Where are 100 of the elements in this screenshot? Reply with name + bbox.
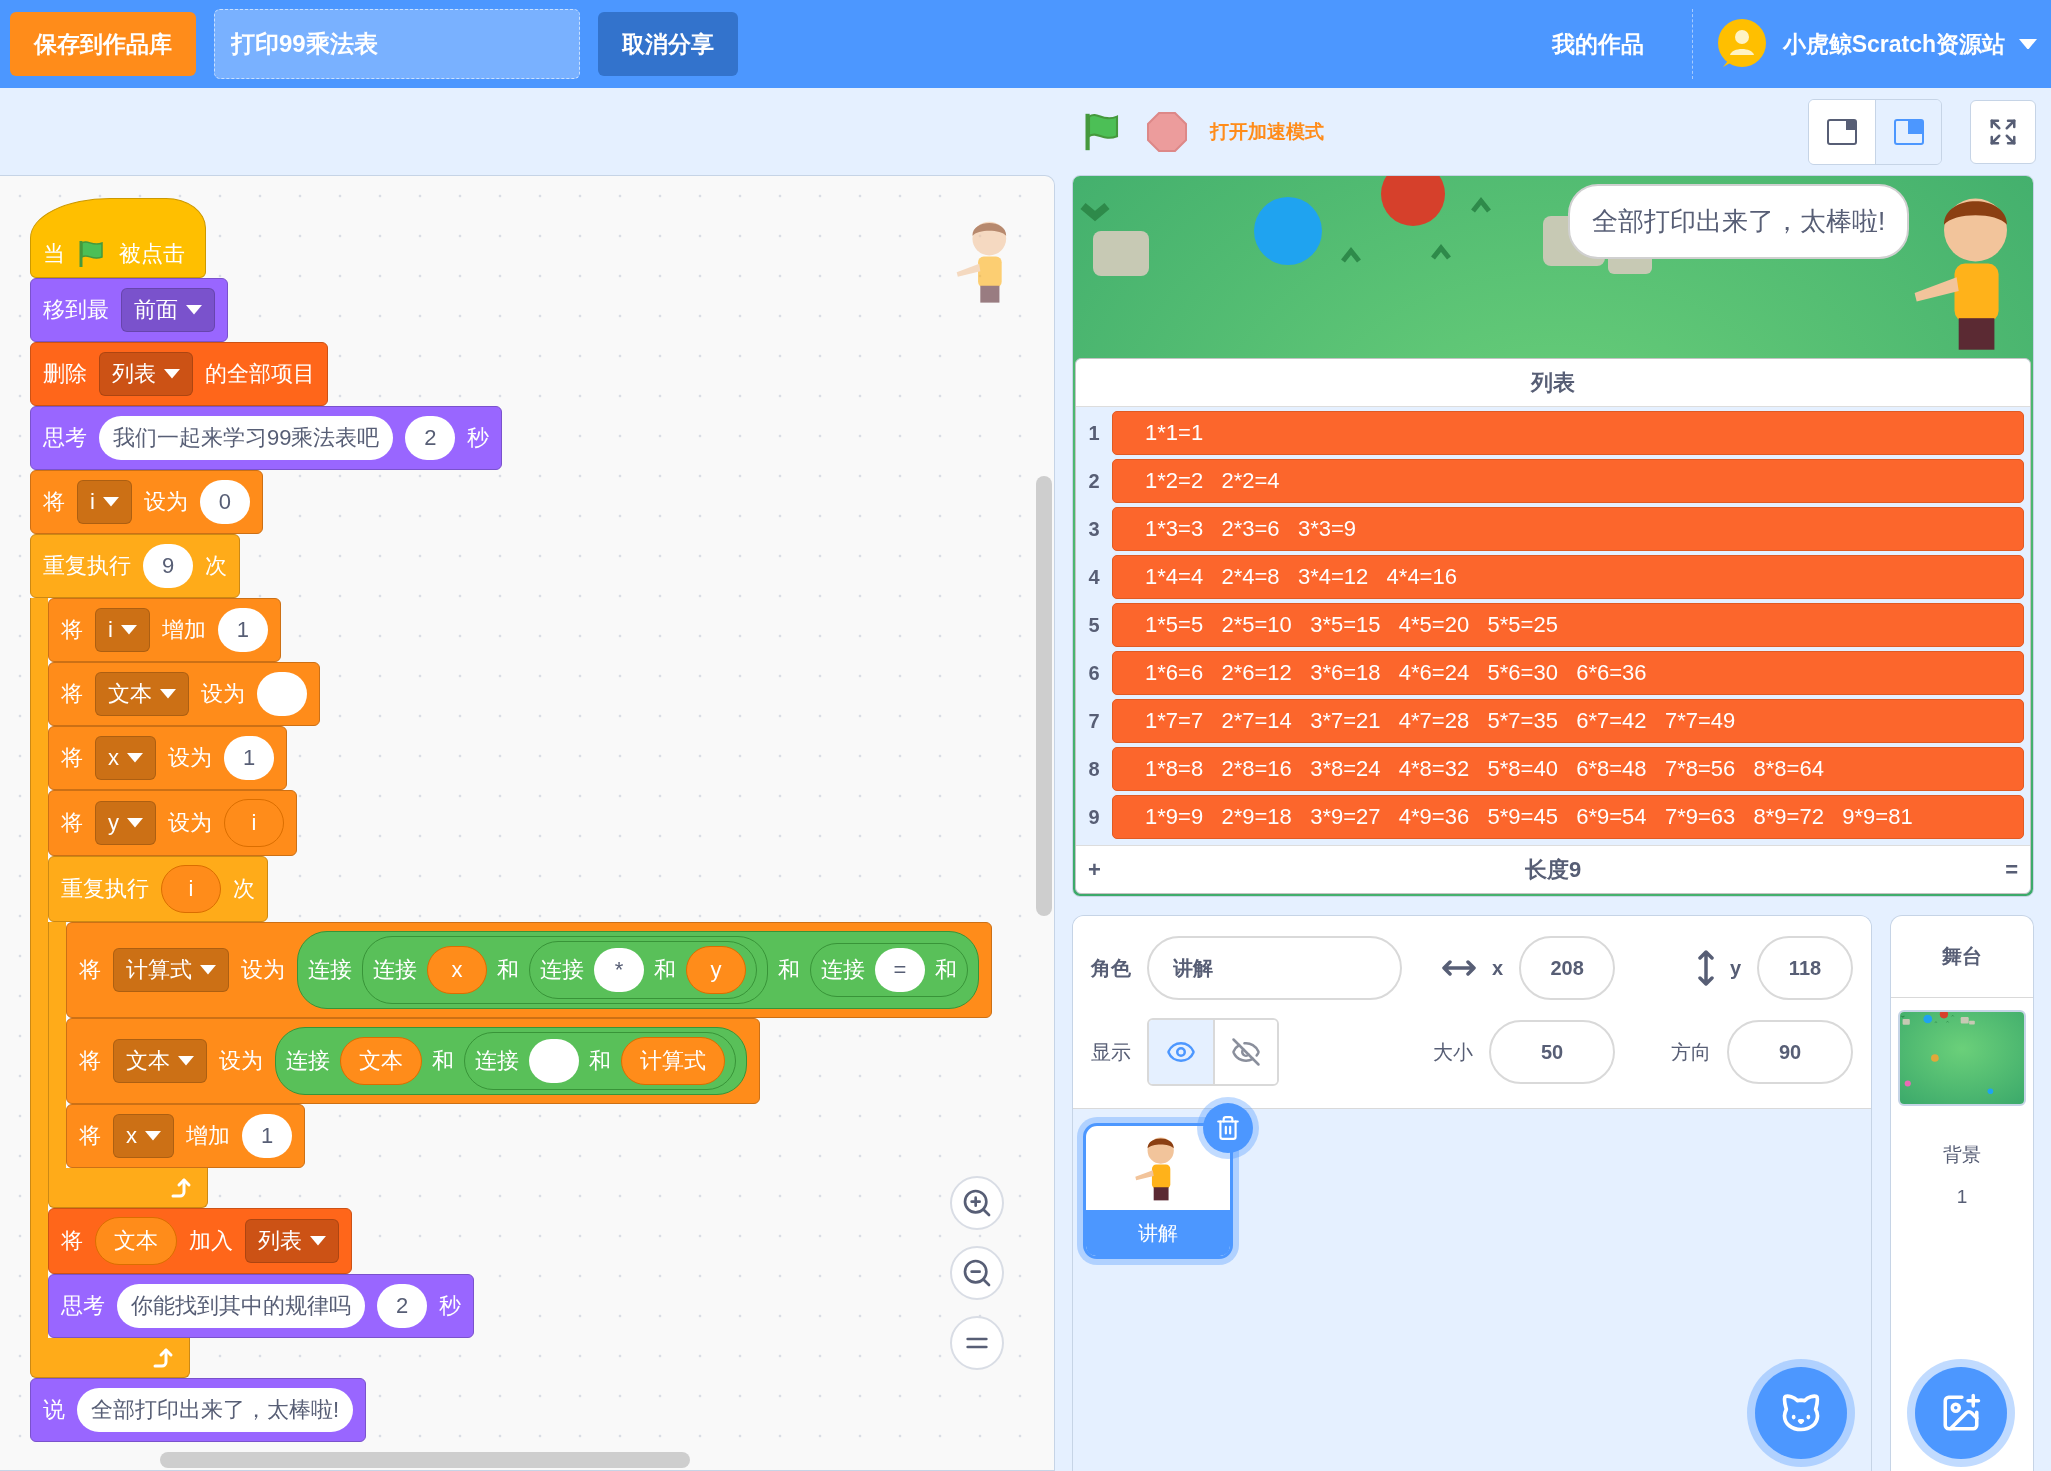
variable-reporter[interactable]: 文本: [95, 1217, 177, 1265]
block-input[interactable]: 1: [224, 736, 274, 780]
resize-handle[interactable]: =: [2001, 856, 2022, 883]
direction-field[interactable]: 90: [1727, 1020, 1853, 1084]
save-button[interactable]: 保存到作品库: [10, 12, 196, 76]
stop-button[interactable]: [1146, 110, 1188, 153]
join-reporter[interactable]: 连接 和 计算式: [464, 1032, 736, 1090]
repeat-block[interactable]: 重复执行 i 次: [48, 856, 268, 922]
block-dropdown[interactable]: 前面: [121, 288, 215, 332]
code-block[interactable]: 将 文本 设为 连接 文本 和 连接 和 计算式: [66, 1018, 760, 1104]
add-backdrop-button[interactable]: [1915, 1367, 2007, 1459]
variable-reporter[interactable]: x: [427, 946, 487, 994]
code-block[interactable]: 将 文本 设为: [48, 662, 320, 726]
join-reporter[interactable]: 连接 * 和 y: [529, 941, 757, 999]
list-item[interactable]: 1*7=7 2*7=14 3*7=21 4*7=28 5*7=35 6*7=42 7*7=49: [1112, 699, 2024, 743]
list-item[interactable]: 1*2=2 2*2=4: [1112, 459, 2024, 503]
list-item[interactable]: 1*1=1: [1112, 411, 2024, 455]
block-input[interactable]: 你能找到其中的规律吗: [117, 1284, 365, 1328]
code-block[interactable]: 将 计算式 设为 连接 连接 x 和 连接 * 和 y 和 连接 = 和: [66, 922, 992, 1018]
caret-icon: [186, 305, 202, 315]
block-label: 和: [432, 1047, 454, 1075]
code-block[interactable]: 移到最 前面: [30, 278, 228, 342]
list-item[interactable]: 1*4=4 2*4=8 3*4=12 4*4=16: [1112, 555, 2024, 599]
stage-layout-button[interactable]: [1809, 99, 1875, 164]
repeat-block[interactable]: 重复执行 9 次: [30, 534, 240, 598]
block-dropdown[interactable]: i: [77, 480, 132, 524]
block-input[interactable]: 2: [405, 416, 456, 460]
block-dropdown[interactable]: x: [113, 1114, 174, 1158]
code-block[interactable]: 将 x 增加 1: [66, 1104, 305, 1168]
caret-icon: [145, 1131, 161, 1141]
variable-reporter[interactable]: 计算式: [621, 1037, 725, 1085]
y-label: y: [1729, 956, 1741, 980]
block-input[interactable]: 9: [143, 544, 193, 588]
block-input[interactable]: 全部打印出来了，太棒啦!: [77, 1388, 354, 1432]
sprite-tile[interactable]: 讲解: [1083, 1123, 1233, 1259]
list-item[interactable]: 1*5=5 2*5=10 3*5=15 4*5=20 5*5=25: [1112, 603, 2024, 647]
size-label: 大小: [1433, 1039, 1474, 1065]
block-label: 将: [79, 956, 101, 984]
hide-button[interactable]: [1213, 1020, 1277, 1084]
block-input[interactable]: 0: [199, 480, 250, 524]
variable-reporter[interactable]: i: [224, 799, 284, 847]
join-reporter[interactable]: 连接 连接 x 和 连接 * 和 y 和 连接 = 和: [297, 931, 979, 1009]
block-input[interactable]: 1: [217, 608, 268, 652]
add-item-button[interactable]: +: [1084, 856, 1105, 883]
code-block[interactable]: 将 文本 加入 列表: [48, 1208, 352, 1274]
block-input[interactable]: 我们一起来学习99乘法表吧: [99, 416, 394, 460]
code-block[interactable]: 思考 我们一起来学习99乘法表吧 2 秒: [30, 406, 503, 470]
code-block[interactable]: 将 i 设为 0: [30, 470, 263, 534]
block-dropdown[interactable]: 列表: [99, 352, 193, 396]
zoom-out-button[interactable]: [950, 1246, 1004, 1300]
vertical-scrollbar[interactable]: [1036, 476, 1052, 916]
block-dropdown[interactable]: x: [95, 736, 156, 780]
code-block[interactable]: 将 y 设为 i: [48, 790, 297, 856]
variable-reporter[interactable]: y: [686, 946, 746, 994]
fullscreen-button[interactable]: [1970, 99, 2036, 164]
account-menu[interactable]: 小虎鲸Scratch资源站: [1710, 17, 2041, 71]
code-block[interactable]: 将 i 增加 1: [48, 598, 281, 662]
block-input[interactable]: [529, 1039, 579, 1083]
code-block[interactable]: 删除 列表 的全部项目: [30, 342, 328, 406]
stage-title: 舞台: [1891, 916, 2033, 998]
speech-bubble: 全部打印出来了，太棒啦!: [1568, 184, 1910, 259]
backdrops-label: 背景: [1943, 1143, 1981, 1167]
x-field[interactable]: 208: [1519, 936, 1616, 1000]
caret-icon: [120, 625, 137, 635]
my-projects-link[interactable]: 我的作品: [1551, 28, 1644, 60]
sprite-name-field[interactable]: 讲解: [1147, 936, 1402, 1000]
join-reporter[interactable]: 连接 = 和: [810, 943, 968, 997]
list-item[interactable]: 1*8=8 2*8=16 3*8=24 4*8=32 5*8=40 6*8=48 7*8=56 8*8=64: [1112, 747, 2024, 791]
variable-reporter[interactable]: i: [161, 865, 221, 913]
join-reporter[interactable]: 连接 文本 和 连接 和 计算式: [275, 1027, 747, 1095]
show-button[interactable]: [1149, 1020, 1213, 1084]
size-field[interactable]: 50: [1489, 1020, 1616, 1084]
code-block[interactable]: 将 x 设为 1: [48, 726, 287, 790]
list-item[interactable]: 1*9=9 2*9=18 3*9=27 4*9=36 5*9=45 6*9=54 7*9=63 8*9=72 9*9=81: [1112, 795, 2024, 839]
reset-zoom-button[interactable]: [950, 1316, 1004, 1370]
block-input[interactable]: [257, 672, 307, 716]
y-field[interactable]: 118: [1757, 936, 1853, 1000]
code-block[interactable]: 思考 你能找到其中的规律吗 2 秒: [48, 1274, 474, 1338]
zoom-in-button[interactable]: [950, 1176, 1004, 1230]
add-sprite-button[interactable]: [1755, 1367, 1847, 1459]
block-dropdown[interactable]: 列表: [245, 1219, 339, 1263]
join-reporter[interactable]: 连接 x 和 连接 * 和 y: [362, 936, 768, 1004]
block-dropdown[interactable]: y: [95, 801, 156, 845]
block-input[interactable]: 2: [377, 1284, 427, 1328]
block-label: 将: [61, 616, 83, 644]
block-dropdown[interactable]: 计算式: [113, 948, 229, 992]
block-input[interactable]: *: [594, 948, 644, 992]
list-item[interactable]: 1*6=6 2*6=12 3*6=18 4*6=24 5*6=30 6*6=36: [1112, 651, 2024, 695]
block-dropdown[interactable]: i: [95, 608, 150, 652]
horizontal-scrollbar[interactable]: [160, 1452, 690, 1468]
block-dropdown[interactable]: 文本: [95, 672, 189, 716]
variable-reporter[interactable]: 文本: [340, 1037, 422, 1085]
block-input[interactable]: =: [875, 948, 925, 992]
block-input[interactable]: 1: [242, 1114, 292, 1158]
normal-stage-layout-icon: [1893, 118, 1924, 145]
project-title-field[interactable]: 打印99乘法表: [214, 9, 580, 79]
block-dropdown[interactable]: 文本: [113, 1039, 207, 1083]
code-block[interactable]: 说 全部打印出来了，太棒啦!: [30, 1378, 367, 1442]
share-button[interactable]: 取消分享: [598, 12, 738, 76]
list-item[interactable]: 1*3=3 2*3=6 3*3=9: [1112, 507, 2024, 551]
